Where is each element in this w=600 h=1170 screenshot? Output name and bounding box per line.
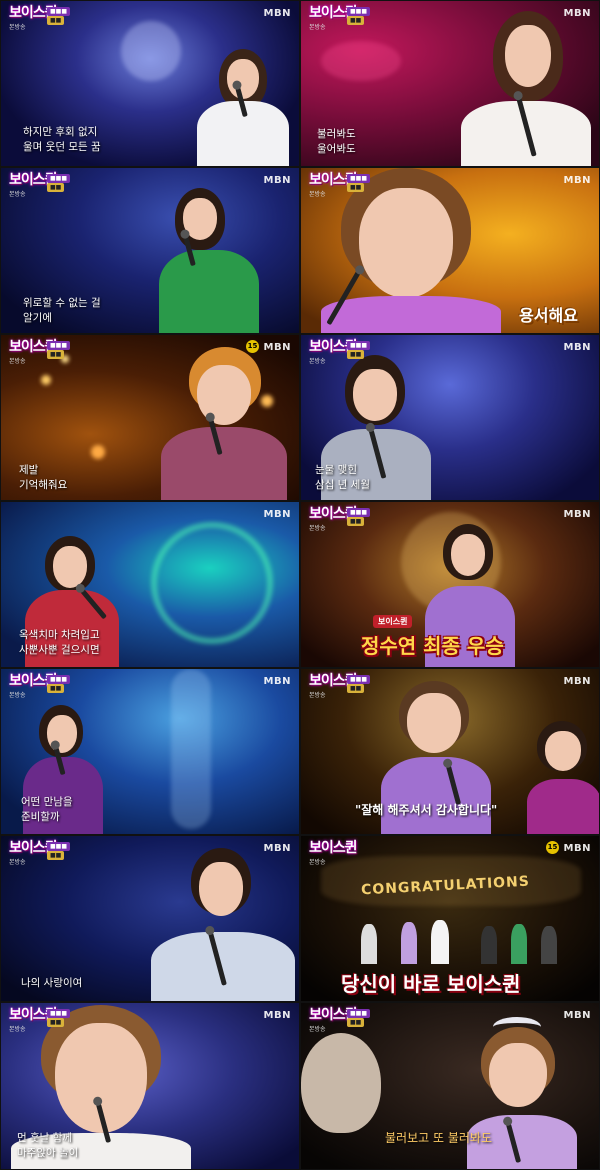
show-logo-sub: 본방송 — [309, 358, 326, 365]
channel-logo: MBN — [563, 843, 591, 854]
channel-logo: MBN — [563, 509, 591, 520]
panel-8: 보이스퀸 본방송 ■■■ ■■ MBN 보이스퀸 정수연 최종 우승 — [300, 501, 600, 668]
episode-badge-icon: ■■■ — [347, 7, 371, 16]
singer-name-badge-icon: ■■ — [347, 1018, 365, 1027]
caption-big: 당신이 바로 보이스퀸 — [341, 972, 521, 996]
show-logo-sub: 본방송 — [309, 24, 326, 31]
subtitle: 제발 기억해줘요 — [19, 464, 68, 491]
singer-name-badge-icon: ■■ — [47, 851, 65, 860]
subtitle: 불러봐도 울어봐도 — [317, 128, 356, 155]
episode-badge-icon: ■■■ — [47, 675, 71, 684]
channel-logo: MBN — [263, 8, 291, 19]
episode-badge-icon: ■■■ — [347, 341, 371, 350]
singer-name-badge-icon: ■■ — [47, 350, 65, 359]
panel-3: 보이스퀸 본방송 ■■■ ■■ MBN 위로할 수 없는 걸 알기에 — [0, 167, 300, 334]
caption-tag: 보이스퀸 — [373, 615, 413, 628]
subtitle: 먼 훗날 함께 마주앉아 놀이 — [17, 1132, 79, 1159]
tiara-icon — [493, 1017, 541, 1037]
show-logo-sub: 본방송 — [9, 358, 26, 365]
panel-1: 보이스퀸 본방송 ■■■ ■■ MBN 하지만 후회 없지 울며 웃던 모든 꿈 — [0, 0, 300, 167]
show-logo-sub: 본방송 — [9, 692, 26, 699]
show-logo-sub: 본방송 — [309, 692, 326, 699]
channel-logo: MBN — [263, 843, 291, 854]
episode-badge-icon: ■■■ — [47, 174, 71, 183]
panel-4: 보이스퀸 본방송 ■■■ ■■ MBN 용서해요 — [300, 167, 600, 334]
age-rating-icon: 15 — [546, 841, 559, 854]
subtitle: 눈물 맺힌 삼십 년 세월 — [315, 464, 370, 491]
subtitle: "잘해 해주셔서 감사합니다" — [355, 803, 498, 817]
channel-logo: MBN — [263, 509, 291, 520]
show-logo-sub: 본방송 — [9, 191, 26, 198]
episode-badge-icon: ■■■ — [347, 1009, 371, 1018]
panel-14: 보이스퀸 본방송 ■■■ ■■ MBN 불러보고 또 불러봐도 — [300, 1002, 600, 1170]
singer-name-badge-icon: ■■ — [347, 684, 365, 693]
episode-badge-icon: ■■■ — [347, 675, 371, 684]
panel-11: 보이스퀸 본방송 ■■■ ■■ MBN 나의 사랑이여 — [0, 835, 300, 1002]
singer-name-badge-icon: ■■ — [347, 16, 365, 25]
channel-logo: MBN — [263, 676, 291, 687]
channel-logo: MBN — [563, 175, 591, 186]
singer-name-badge-icon: ■■ — [47, 1018, 65, 1027]
show-logo-sub: 본방송 — [309, 1026, 326, 1033]
episode-badge-icon: ■■■ — [47, 7, 71, 16]
singer-name-badge-icon: ■■ — [47, 684, 65, 693]
age-rating-icon: 15 — [246, 340, 259, 353]
singer-name-badge-icon: ■■ — [47, 183, 65, 192]
photo-collage: 보이스퀸 본방송 ■■■ ■■ MBN 하지만 후회 없지 울며 웃던 모든 꿈… — [0, 0, 600, 1170]
episode-badge-icon: ■■■ — [47, 842, 71, 851]
subtitle: 어떤 만남을 준비할까 — [21, 796, 73, 823]
episode-badge-icon: ■■■ — [347, 174, 371, 183]
singer-name-badge-icon: ■■ — [347, 350, 365, 359]
caption-big: 정수연 최종 우승 — [361, 634, 504, 658]
singer-name-badge-icon: ■■ — [347, 183, 365, 192]
subtitle: 용서해요 — [519, 306, 578, 325]
show-logo: 보이스퀸 — [309, 840, 358, 856]
episode-badge-icon: ■■■ — [47, 341, 71, 350]
subtitle: 위로할 수 없는 걸 알기에 — [23, 297, 101, 324]
subtitle: 나의 사랑이여 — [21, 977, 83, 989]
subtitle: 옥색치마 차려입고 사뿐사뿐 걸으시면 — [19, 629, 100, 656]
channel-logo: MBN — [263, 1010, 291, 1021]
channel-logo: MBN — [563, 8, 591, 19]
singer-name-badge-icon: ■■ — [347, 517, 365, 526]
show-logo-sub: 본방송 — [9, 859, 26, 866]
channel-logo: MBN — [563, 676, 591, 687]
panel-6: 보이스퀸 본방송 ■■■ ■■ MBN 눈물 맺힌 삼십 년 세월 — [300, 334, 600, 501]
show-logo-sub: 본방송 — [9, 1026, 26, 1033]
panel-9: 보이스퀸 본방송 ■■■ ■■ MBN 어떤 만남을 준비할까 — [0, 668, 300, 835]
subtitle: 불러보고 또 불러봐도 — [385, 1131, 492, 1145]
channel-logo: MBN — [263, 342, 291, 353]
panel-12: CONGRATULATIONS 보이스퀸 본방송 15 MBN 당신이 바로 보… — [300, 835, 600, 1002]
panel-7: MBN 옥색치마 차려입고 사뿐사뿐 걸으시면 — [0, 501, 300, 668]
show-logo-sub: 본방송 — [9, 24, 26, 31]
episode-badge-icon: ■■■ — [47, 1009, 71, 1018]
panel-5: 보이스퀸 본방송 ■■■ ■■ 15 MBN 제발 기억해줘요 — [0, 334, 300, 501]
show-logo-sub: 본방송 — [309, 191, 326, 198]
channel-logo: MBN — [263, 175, 291, 186]
singer-name-badge-icon: ■■ — [47, 16, 65, 25]
panel-13: 보이스퀸 본방송 ■■■ ■■ MBN 먼 훗날 함께 마주앉아 놀이 — [0, 1002, 300, 1170]
channel-logo: MBN — [563, 1010, 591, 1021]
episode-badge-icon: ■■■ — [347, 508, 371, 517]
show-logo-sub: 본방송 — [309, 859, 326, 866]
panel-2: 보이스퀸 본방송 ■■■ ■■ MBN 불러봐도 울어봐도 — [300, 0, 600, 167]
channel-logo: MBN — [563, 342, 591, 353]
show-logo-sub: 본방송 — [309, 525, 326, 532]
subtitle: 하지만 후회 없지 울며 웃던 모든 꿈 — [23, 126, 101, 153]
panel-10: 보이스퀸 본방송 ■■■ ■■ MBN "잘해 해주셔서 감사합니다" — [300, 668, 600, 835]
